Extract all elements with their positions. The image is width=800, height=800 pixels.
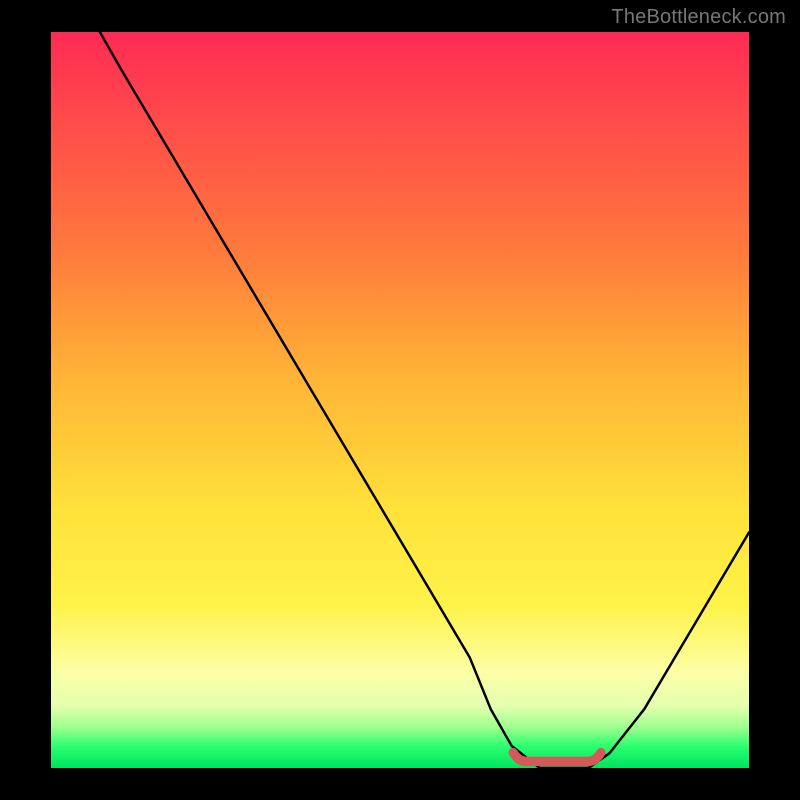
watermark-text: TheBottleneck.com (611, 6, 786, 29)
bottleneck-curve (100, 32, 749, 768)
plot-area (51, 32, 749, 768)
chart-canvas: TheBottleneck.com (0, 0, 800, 800)
curve-svg (51, 32, 749, 768)
optimal-band (513, 753, 601, 762)
